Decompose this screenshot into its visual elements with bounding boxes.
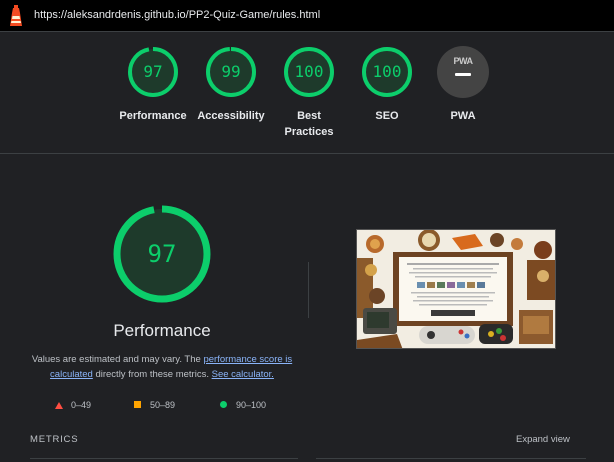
- metrics-divider-right: [316, 458, 586, 459]
- seo-label: SEO: [375, 110, 399, 122]
- pwa-dash-icon: [455, 73, 471, 76]
- performance-large-gauge: 97: [112, 204, 212, 304]
- seo-score: 100: [372, 62, 402, 81]
- pwa-badge-text: PWA: [453, 56, 473, 66]
- performance-score: 97: [143, 62, 163, 81]
- category-scores: 97 Performance 99 Accessibility 100 Best…: [0, 32, 614, 154]
- page-url[interactable]: https://aleksandrdenis.github.io/PP2-Qui…: [34, 9, 320, 21]
- performance-label: Performance: [119, 110, 187, 122]
- seo-gauge: 100: [361, 46, 413, 98]
- metrics-divider-left: [30, 458, 298, 459]
- fail-triangle-icon: [55, 402, 63, 409]
- category-pwa[interactable]: PWA PWA: [419, 46, 507, 124]
- legend-average: 50–89: [134, 400, 175, 410]
- performance-section: 97 Performance Values are estimated and …: [0, 155, 614, 462]
- performance-title: Performance: [113, 321, 211, 340]
- best-practices-label: Best Practices: [284, 110, 334, 138]
- category-accessibility[interactable]: 99 Accessibility: [187, 46, 275, 124]
- legend-pass: 90–100: [220, 400, 266, 410]
- average-square-icon: [134, 401, 141, 408]
- expand-view-button[interactable]: Expand view: [516, 434, 570, 445]
- lighthouse-icon: [10, 5, 22, 26]
- performance-description: Values are estimated and may vary. The p…: [31, 354, 293, 380]
- see-calculator-link[interactable]: See calculator.: [212, 369, 274, 380]
- category-performance[interactable]: 97 Performance: [109, 46, 197, 124]
- category-seo[interactable]: 100 SEO: [343, 46, 431, 124]
- best-practices-gauge: 100: [283, 46, 335, 98]
- accessibility-gauge: 99: [205, 46, 257, 98]
- legend-fail: 0–49: [55, 400, 91, 410]
- pwa-label: PWA: [450, 110, 476, 122]
- pass-circle-icon: [220, 401, 227, 408]
- performance-gauge: 97: [127, 46, 179, 98]
- accessibility-label: Accessibility: [197, 110, 265, 122]
- accessibility-score: 99: [221, 62, 241, 81]
- best-practices-score: 100: [294, 62, 324, 81]
- performance-large-score: 97: [147, 240, 177, 268]
- category-best-practices[interactable]: 100 Best Practices: [265, 46, 353, 140]
- page-screenshot-thumbnail[interactable]: [356, 229, 556, 349]
- pwa-badge-icon: PWA: [437, 46, 489, 98]
- address-bar: https://aleksandrdenis.github.io/PP2-Qui…: [0, 0, 614, 32]
- vertical-divider: [308, 262, 309, 318]
- metrics-heading: METRICS: [30, 434, 79, 445]
